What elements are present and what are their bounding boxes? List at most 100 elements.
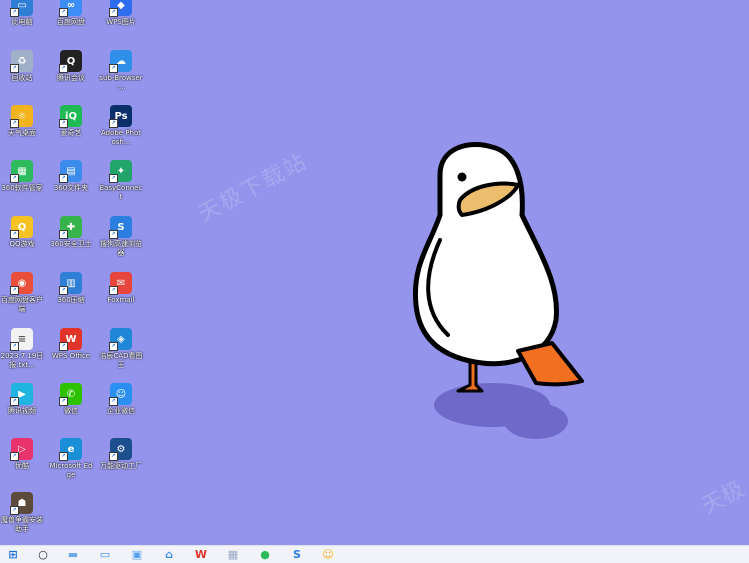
desktop-icon[interactable]: ∞ ↗ 百度网盘: [49, 0, 93, 27]
app-icon: ☁ ↗: [109, 50, 132, 73]
desktop-icon[interactable]: ☺ ↗ 企业微信: [99, 383, 143, 416]
desktop-icon[interactable]: ◈ ↗ 浩辰CAD看图王: [99, 328, 143, 370]
shortcut-arrow-icon: ↗: [109, 342, 118, 351]
desktop-icon-label: QQ游戏: [9, 240, 35, 248]
desktop-icon[interactable]: ▭ ↗ 此电脑: [0, 0, 44, 27]
app-icon: Q ↗: [10, 216, 33, 239]
desktop-icon-label: 百度网盘: [57, 18, 85, 26]
app-icon: ⚙ ↗: [109, 438, 132, 461]
app-icon: ▭ ↗: [10, 0, 33, 17]
app-icon: ♻ ↗: [10, 50, 33, 73]
app-icon: ▷ ↗: [10, 438, 33, 461]
duck-shadow-small: [504, 403, 568, 439]
desktop-icon-label: 百度网盘客户端: [1, 296, 43, 313]
duck-eye: [457, 172, 467, 182]
shortcut-arrow-icon: ↗: [59, 64, 68, 73]
shortcut-arrow-icon: ↗: [109, 8, 118, 17]
taskbar-wps-icon: W: [194, 548, 208, 561]
desktop-icon[interactable]: ▤ ↗ 360文件夹: [49, 160, 93, 193]
desktop-icon[interactable]: ✉ ↗ Foxmail: [99, 272, 143, 305]
taskbar-baidu-netdisk-icon: ⌂: [165, 548, 173, 561]
desktop-icon-label: 腾讯视频: [8, 407, 36, 415]
desktop-icon[interactable]: Q ↗ QQ游戏: [0, 216, 44, 249]
app-icon: Q ↗: [59, 50, 82, 73]
desktop-icon[interactable]: ≡ ↗ 2023.7.19日报.txt...: [0, 328, 44, 370]
desktop-icon[interactable]: ▶ ↗ 腾讯视频: [0, 383, 44, 416]
desktop-icon-label: Foxmail: [107, 296, 135, 304]
search-button[interactable]: ○: [36, 548, 50, 561]
shortcut-arrow-icon: ↗: [59, 174, 68, 183]
start-button[interactable]: ⊞: [6, 548, 20, 561]
desktop-icon[interactable]: ☗ ↗ 魔兽争霸安装助手: [0, 492, 44, 534]
shortcut-arrow-icon: ↗: [10, 230, 19, 239]
desktop-icon-label: 优酷: [15, 462, 29, 470]
desktop-icon-label: 360软件管家: [1, 184, 43, 192]
desktop-icon[interactable]: ⚙ ↗ 万能驱动工厂: [99, 438, 143, 471]
watermark-2: 天极: [697, 476, 749, 520]
shortcut-arrow-icon: ↗: [59, 397, 68, 406]
taskbar-media[interactable]: ▣: [130, 548, 144, 561]
desktop-icon-label: Microsoft Edge: [49, 462, 93, 479]
desktop-icon[interactable]: W ↗ WPS Office: [49, 328, 93, 361]
start-button-icon: ⊞: [8, 548, 18, 561]
duck-right-foot: [516, 341, 584, 387]
desktop-icon[interactable]: iQ ↗ 爱奇艺: [49, 105, 93, 138]
app-icon: ◆ ↗: [109, 0, 132, 17]
shortcut-arrow-icon: ↗: [10, 506, 19, 515]
shortcut-arrow-icon: ↗: [10, 397, 19, 406]
app-icon: ∞ ↗: [59, 0, 82, 17]
app-icon: ✆ ↗: [59, 383, 82, 406]
desktop-icon-label: 爱奇艺: [60, 129, 82, 137]
desktop-icon-label: sub-Browser-...: [99, 74, 143, 91]
taskbar-photos-icon: ☺: [322, 548, 334, 561]
app-icon: ✚ ↗: [59, 216, 82, 239]
desktop-icon-label: 此电脑: [11, 18, 33, 26]
shortcut-arrow-icon: ↗: [109, 397, 118, 406]
taskbar-wps[interactable]: W: [194, 548, 208, 561]
taskbar-folder[interactable]: ▭: [98, 548, 112, 561]
desktop-icon-label: 万能驱动工厂: [100, 462, 142, 470]
shortcut-arrow-icon: ↗: [10, 119, 19, 128]
shortcut-arrow-icon: ↗: [59, 8, 68, 17]
desktop-icon[interactable]: ◉ ↗ 百度网盘客户端: [0, 272, 44, 314]
taskbar-chrome[interactable]: ●: [258, 548, 272, 561]
shortcut-arrow-icon: ↗: [59, 286, 68, 295]
desktop-icon-label: 魔兽争霸安装助手: [1, 516, 43, 533]
desktop-icon[interactable]: ♻ ↗ 回收站: [0, 50, 44, 83]
desktop-icon[interactable]: ☁ ↗ sub-Browser-...: [99, 50, 143, 92]
taskbar-photos[interactable]: ☺: [321, 548, 335, 561]
shortcut-arrow-icon: ↗: [109, 286, 118, 295]
shortcut-arrow-icon: ↗: [10, 286, 19, 295]
taskbar-file-explorer[interactable]: ▬: [66, 548, 80, 561]
desktop-icon[interactable]: Q ↗ 腾讯会议: [49, 50, 93, 83]
app-icon: ◉ ↗: [10, 272, 33, 295]
desktop-icon-label: WPS Office: [51, 352, 91, 360]
desktop-icon[interactable]: ✦ ↗ EasyConnect: [99, 160, 143, 202]
taskbar-app[interactable]: ▦: [226, 548, 240, 561]
desktop-icon[interactable]: e ↗ Microsoft Edge: [49, 438, 93, 480]
desktop-icon[interactable]: Ps ↗ Adobe Photosh...: [99, 105, 143, 147]
desktop-icon[interactable]: ▦ ↗ 360软件管家: [0, 160, 44, 193]
shortcut-arrow-icon: ↗: [10, 452, 19, 461]
desktop-icon[interactable]: ✚ ↗ 360安全卫士: [49, 216, 93, 249]
app-icon: Ps ↗: [109, 105, 132, 128]
app-icon: S ↗: [109, 216, 132, 239]
desktop-icon[interactable]: S ↗ 搜狗高速浏览器: [99, 216, 143, 258]
shortcut-arrow-icon: ↗: [109, 119, 118, 128]
desktop-icon[interactable]: ✆ ↗ 微信: [49, 383, 93, 416]
desktop-icon-label: 2023.7.19日报.txt...: [0, 352, 44, 369]
desktop-icon-label: 腾讯会议: [57, 74, 85, 82]
desktop-icon[interactable]: ▷ ↗ 优酷: [0, 438, 44, 471]
desktop-icon[interactable]: ▥ ↗ 360压缩: [49, 272, 93, 305]
taskbar-sogou[interactable]: S: [290, 548, 304, 561]
shortcut-arrow-icon: ↗: [10, 342, 19, 351]
desktop-icon-label: 360文件夹: [53, 184, 89, 192]
app-icon: ≡ ↗: [10, 328, 33, 351]
desktop-icon[interactable]: ☼ ↗ 天气桌面: [0, 105, 44, 138]
desktop-icon-label: 搜狗高速浏览器: [100, 240, 142, 257]
shortcut-arrow-icon: ↗: [109, 452, 118, 461]
app-icon: ▤ ↗: [59, 160, 82, 183]
desktop-icon[interactable]: ◆ ↗ WPS图片: [99, 0, 143, 27]
taskbar-baidu-netdisk[interactable]: ⌂: [162, 548, 176, 561]
app-icon: W ↗: [59, 328, 82, 351]
